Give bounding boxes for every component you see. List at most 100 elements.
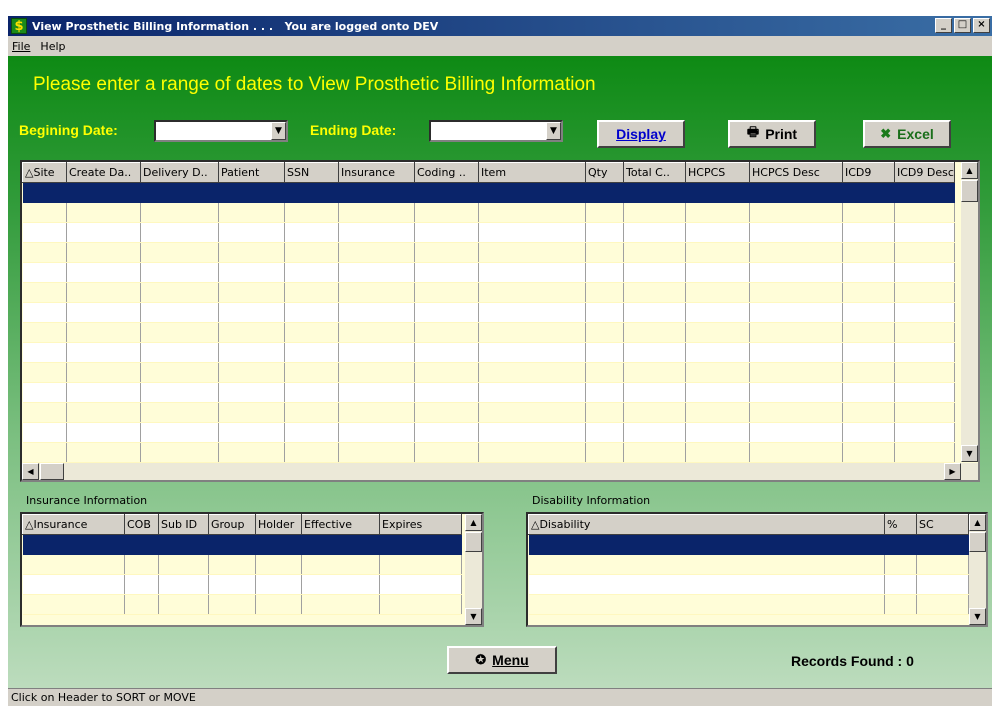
- scroll-thumb[interactable]: [465, 532, 482, 552]
- table-cell[interactable]: [414, 342, 479, 363]
- table-cell[interactable]: [338, 322, 415, 343]
- table-cell[interactable]: [585, 182, 624, 203]
- table-cell[interactable]: [22, 554, 125, 575]
- table-cell[interactable]: [749, 362, 843, 383]
- table-cell[interactable]: [623, 242, 686, 263]
- table-cell[interactable]: [842, 382, 895, 403]
- table-cell[interactable]: [585, 282, 624, 303]
- table-cell[interactable]: [623, 362, 686, 383]
- table-cell[interactable]: [284, 322, 339, 343]
- table-row[interactable]: [22, 222, 955, 243]
- table-cell[interactable]: [685, 222, 750, 243]
- table-row[interactable]: [22, 422, 955, 443]
- table-cell[interactable]: [140, 342, 219, 363]
- table-cell[interactable]: [623, 222, 686, 243]
- table-cell[interactable]: [894, 242, 955, 263]
- table-cell[interactable]: [685, 322, 750, 343]
- table-cell[interactable]: [894, 182, 955, 203]
- table-cell[interactable]: [301, 574, 380, 595]
- table-cell[interactable]: [140, 402, 219, 423]
- scroll-up-icon[interactable]: ▲: [961, 162, 978, 179]
- scroll-down-icon[interactable]: ▼: [969, 608, 986, 625]
- table-cell[interactable]: [884, 594, 917, 615]
- table-cell[interactable]: [894, 402, 955, 423]
- table-cell[interactable]: [916, 554, 969, 575]
- table-cell[interactable]: [623, 282, 686, 303]
- table-cell[interactable]: [478, 222, 586, 243]
- table-cell[interactable]: [301, 554, 380, 575]
- table-cell[interactable]: [338, 422, 415, 443]
- table-cell[interactable]: [140, 282, 219, 303]
- column-header[interactable]: COB: [124, 514, 159, 535]
- table-row[interactable]: [22, 262, 955, 283]
- table-row[interactable]: [22, 242, 955, 263]
- table-cell[interactable]: [528, 574, 885, 595]
- table-cell[interactable]: [218, 342, 285, 363]
- table-cell[interactable]: [623, 302, 686, 323]
- table-row[interactable]: [528, 574, 969, 595]
- table-cell[interactable]: [22, 262, 67, 283]
- table-cell[interactable]: [338, 382, 415, 403]
- table-row[interactable]: [528, 554, 969, 575]
- close-button[interactable]: ×: [973, 18, 990, 33]
- table-cell[interactable]: [218, 422, 285, 443]
- table-row[interactable]: [22, 202, 955, 223]
- table-cell[interactable]: [140, 302, 219, 323]
- table-cell[interactable]: [66, 182, 141, 203]
- table-cell[interactable]: [255, 554, 302, 575]
- chevron-down-icon[interactable]: ▼: [271, 122, 286, 140]
- table-cell[interactable]: [379, 534, 462, 555]
- table-cell[interactable]: [218, 242, 285, 263]
- table-cell[interactable]: [414, 422, 479, 443]
- table-cell[interactable]: [894, 442, 955, 463]
- table-cell[interactable]: [284, 402, 339, 423]
- table-cell[interactable]: [140, 182, 219, 203]
- horizontal-scrollbar[interactable]: ◀ ▶: [22, 463, 978, 480]
- table-cell[interactable]: [218, 302, 285, 323]
- excel-button[interactable]: ✖ Excel: [863, 120, 951, 148]
- table-cell[interactable]: [66, 342, 141, 363]
- table-row[interactable]: [528, 594, 969, 615]
- table-cell[interactable]: [478, 422, 586, 443]
- table-cell[interactable]: [749, 322, 843, 343]
- table-cell[interactable]: [842, 322, 895, 343]
- table-cell[interactable]: [749, 342, 843, 363]
- vertical-scrollbar[interactable]: ▲ ▼: [961, 162, 978, 462]
- table-cell[interactable]: [255, 574, 302, 595]
- table-cell[interactable]: [338, 262, 415, 283]
- table-cell[interactable]: [338, 282, 415, 303]
- table-cell[interactable]: [623, 402, 686, 423]
- menu-button[interactable]: ✪ Menu: [447, 646, 557, 674]
- table-cell[interactable]: [66, 322, 141, 343]
- table-cell[interactable]: [894, 222, 955, 243]
- table-cell[interactable]: [124, 574, 159, 595]
- table-cell[interactable]: [894, 262, 955, 283]
- table-cell[interactable]: [884, 534, 917, 555]
- table-cell[interactable]: [218, 442, 285, 463]
- table-cell[interactable]: [284, 362, 339, 383]
- table-cell[interactable]: [66, 242, 141, 263]
- table-row[interactable]: [22, 302, 955, 323]
- table-cell[interactable]: [158, 554, 209, 575]
- table-cell[interactable]: [66, 382, 141, 403]
- table-cell[interactable]: [124, 534, 159, 555]
- table-cell[interactable]: [585, 442, 624, 463]
- table-cell[interactable]: [894, 362, 955, 383]
- table-cell[interactable]: [66, 262, 141, 283]
- table-cell[interactable]: [685, 302, 750, 323]
- table-cell[interactable]: [66, 442, 141, 463]
- table-cell[interactable]: [894, 282, 955, 303]
- scroll-down-icon[interactable]: ▼: [961, 445, 978, 462]
- table-cell[interactable]: [66, 302, 141, 323]
- table-cell[interactable]: [842, 422, 895, 443]
- table-cell[interactable]: [685, 182, 750, 203]
- display-button[interactable]: Display: [597, 120, 685, 148]
- table-cell[interactable]: [255, 534, 302, 555]
- table-row[interactable]: [528, 534, 969, 555]
- table-cell[interactable]: [842, 262, 895, 283]
- table-cell[interactable]: [158, 534, 209, 555]
- table-cell[interactable]: [685, 402, 750, 423]
- table-cell[interactable]: [749, 182, 843, 203]
- menu-file[interactable]: File: [12, 40, 30, 53]
- table-cell[interactable]: [585, 202, 624, 223]
